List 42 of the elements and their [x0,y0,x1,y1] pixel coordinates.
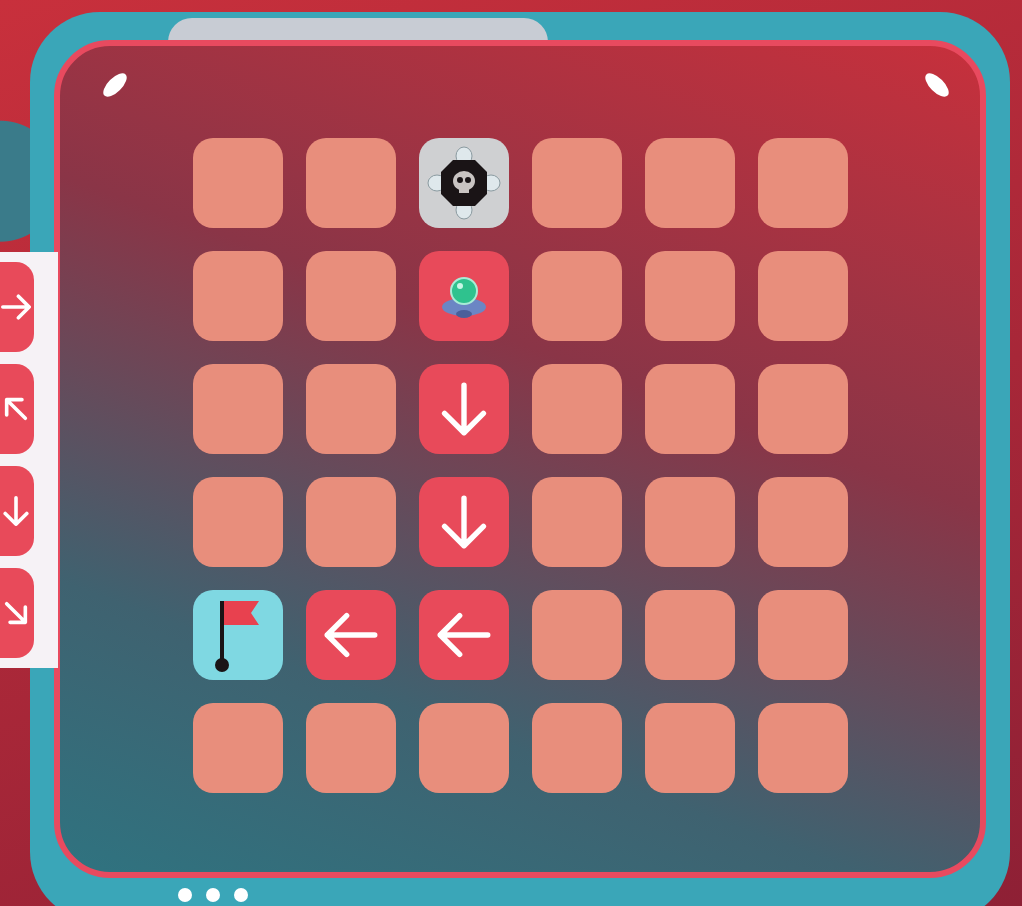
empty-tile[interactable] [757,138,848,228]
empty-tile[interactable] [192,251,283,341]
empty-tile[interactable] [305,703,396,793]
empty-tile[interactable] [644,477,735,567]
mine-icon [424,144,503,222]
page-dot[interactable] [178,888,192,902]
empty-tile[interactable] [531,364,622,454]
empty-tile[interactable] [305,364,396,454]
arrow-tile[interactable] [418,364,509,454]
empty-tile[interactable] [644,590,735,680]
empty-tile[interactable] [644,703,735,793]
arrow-icon [1,292,31,322]
arrow-tile[interactable] [418,477,509,567]
empty-tile[interactable] [531,703,622,793]
empty-tile[interactable] [757,703,848,793]
empty-tile[interactable] [192,138,283,228]
empty-tile[interactable] [757,590,848,680]
empty-tile[interactable] [531,138,622,228]
empty-tile[interactable] [305,251,396,341]
goal-tile[interactable] [192,590,283,680]
empty-tile[interactable] [192,477,283,567]
empty-tile[interactable] [757,477,848,567]
arrow-tile[interactable] [418,590,509,680]
arrow-tile[interactable] [305,590,396,680]
mine-tile[interactable] [418,138,509,228]
empty-tile[interactable] [192,703,283,793]
empty-tile[interactable] [531,251,622,341]
empty-tile[interactable] [531,590,622,680]
empty-tile[interactable] [531,477,622,567]
arrow-icon [1,496,31,526]
empty-tile[interactable] [757,364,848,454]
empty-tile[interactable] [644,138,735,228]
empty-tile[interactable] [305,477,396,567]
ufo-tile[interactable] [418,251,509,341]
page-dot[interactable] [206,888,220,902]
empty-tile[interactable] [644,251,735,341]
empty-tile[interactable] [305,138,396,228]
empty-tile[interactable] [644,364,735,454]
empty-tile[interactable] [192,364,283,454]
empty-tile[interactable] [418,703,509,793]
page-dot[interactable] [234,888,248,902]
empty-tile[interactable] [757,251,848,341]
